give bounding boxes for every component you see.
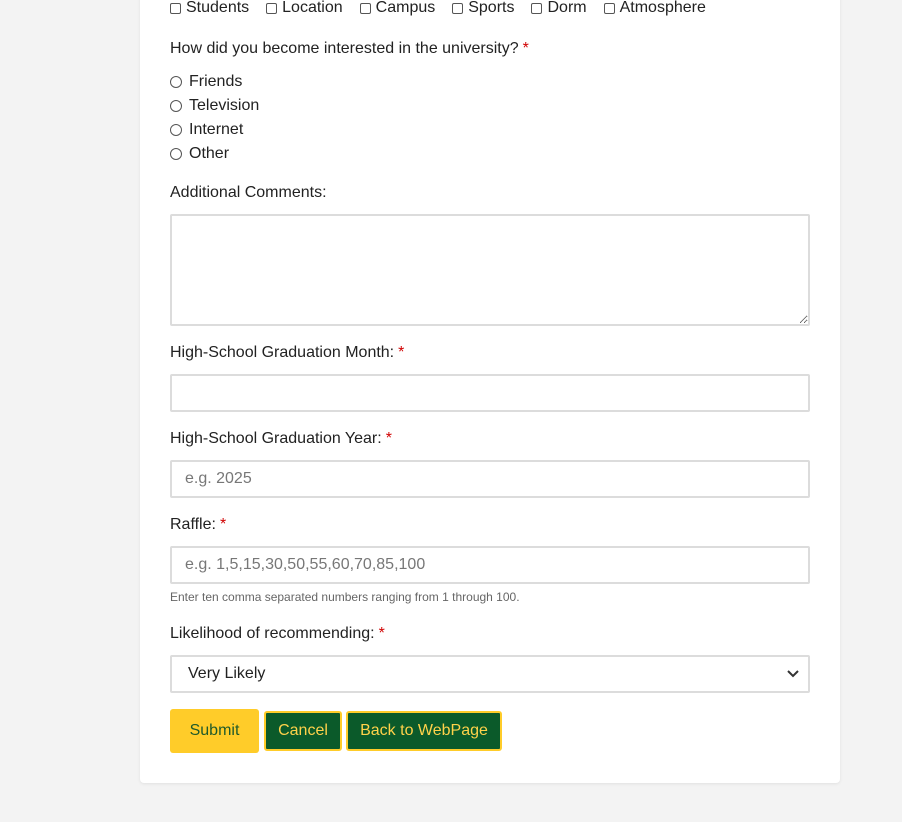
radio-label: Internet	[189, 121, 244, 138]
checkbox-box[interactable]	[603, 2, 615, 14]
recommend-label: Likelihood of recommending: *	[170, 625, 385, 643]
cancel-button[interactable]: Cancel	[264, 711, 342, 751]
radio-button[interactable]	[170, 100, 182, 112]
checkbox-atmosphere[interactable]: Atmosphere	[603, 0, 706, 17]
recommend-selected-value: Very Likely	[188, 665, 266, 682]
radio-other[interactable]: Other	[170, 144, 229, 164]
required-asterisk: *	[219, 516, 227, 533]
raffle-label: Raffle: *	[170, 516, 226, 534]
grad-month-input[interactable]	[170, 374, 810, 412]
checkbox-box[interactable]	[266, 2, 278, 14]
checkbox-label: Dorm	[547, 0, 587, 16]
checkbox-location[interactable]: Location	[266, 0, 343, 17]
raffle-input[interactable]	[170, 546, 810, 584]
radio-button[interactable]	[170, 148, 182, 160]
required-asterisk: *	[522, 40, 529, 57]
radio-button[interactable]	[170, 76, 182, 88]
radio-friends[interactable]: Friends	[170, 72, 242, 92]
checkbox-label: Atmosphere	[619, 0, 706, 16]
checkbox-box[interactable]	[359, 2, 371, 14]
radio-internet[interactable]: Internet	[170, 120, 243, 140]
checkbox-box[interactable]	[170, 2, 181, 14]
checkbox-label: Location	[282, 0, 343, 16]
interest-source-question: How did you become interested in the uni…	[170, 40, 519, 57]
radio-television[interactable]: Television	[170, 96, 259, 116]
required-asterisk: *	[385, 430, 392, 447]
checkbox-students[interactable]: Students	[170, 0, 249, 17]
checkbox-box[interactable]	[452, 2, 464, 14]
required-asterisk: *	[398, 344, 405, 361]
radio-label: Television	[189, 97, 260, 114]
radio-button[interactable]	[170, 124, 182, 136]
checkbox-label: Sports	[468, 0, 515, 16]
grad-month-label: High-School Graduation Month: *	[170, 344, 404, 362]
checkbox-box[interactable]	[531, 2, 543, 14]
recommend-label-text: Likelihood of recommending:	[170, 625, 375, 642]
checkbox-sports[interactable]: Sports	[452, 0, 514, 17]
recommend-select[interactable]: Very Likely	[170, 655, 810, 693]
raffle-help-text: Enter ten comma separated numbers rangin…	[170, 590, 520, 604]
chevron-down-icon	[787, 670, 799, 678]
checkbox-label: Campus	[375, 0, 436, 16]
checkbox-label: Students	[186, 0, 250, 16]
required-asterisk: *	[378, 625, 385, 642]
comments-textarea[interactable]	[170, 214, 810, 326]
grad-month-label-text: High-School Graduation Month:	[170, 344, 395, 361]
submit-button[interactable]: Submit	[170, 709, 259, 753]
comments-label: Additional Comments:	[170, 184, 327, 201]
back-to-webpage-button[interactable]: Back to WebPage	[346, 711, 502, 751]
checkbox-campus[interactable]: Campus	[359, 0, 436, 17]
checkbox-dorm[interactable]: Dorm	[531, 0, 587, 17]
interests-checkbox-group: Students Location Campus Sports Dorm Atm…	[170, 0, 723, 18]
interest-source-label: How did you become interested in the uni…	[170, 40, 529, 58]
raffle-label-text: Raffle:	[170, 516, 216, 533]
grad-year-input[interactable]	[170, 460, 810, 498]
radio-label: Other	[189, 145, 230, 162]
radio-label: Friends	[189, 73, 243, 90]
grad-year-label: High-School Graduation Year: *	[170, 430, 392, 448]
grad-year-label-text: High-School Graduation Year:	[170, 430, 382, 447]
